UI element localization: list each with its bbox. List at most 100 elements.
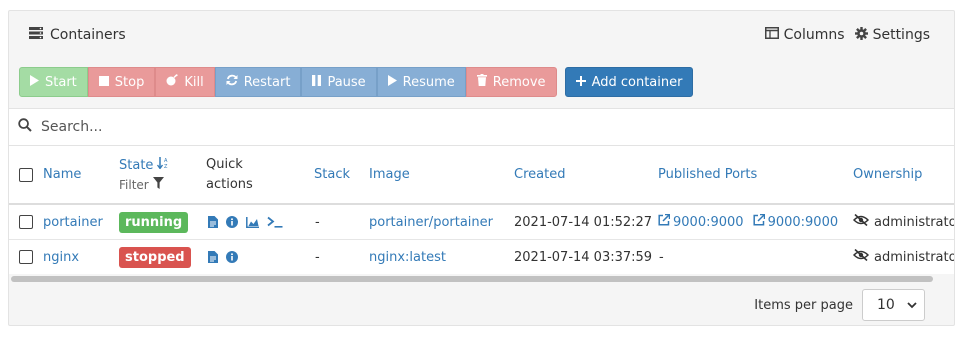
created-cell: 2021-07-14 03:37:59 bbox=[514, 249, 653, 265]
logs-icon[interactable] bbox=[208, 251, 218, 263]
column-image[interactable]: Image bbox=[369, 146, 410, 203]
column-ownership-label: Ownership bbox=[853, 167, 923, 182]
remove-button[interactable]: Remove bbox=[465, 67, 557, 97]
stop-label: Stop bbox=[114, 74, 145, 90]
scrollbar-thumb[interactable] bbox=[11, 276, 933, 282]
column-image-label: Image bbox=[369, 167, 410, 182]
restart-button[interactable]: Restart bbox=[214, 67, 302, 97]
row-checkbox-cell bbox=[19, 205, 33, 239]
horizontal-scrollbar[interactable] bbox=[9, 275, 954, 283]
filter-icon bbox=[152, 177, 164, 192]
column-stack-label: Stack bbox=[314, 167, 350, 182]
created-cell: 2021-07-14 01:52:27 bbox=[514, 214, 653, 230]
items-per-page-select[interactable]: 10 bbox=[862, 289, 925, 321]
stats-icon[interactable] bbox=[246, 216, 259, 228]
eye-slash-icon bbox=[852, 248, 870, 265]
start-label: Start bbox=[45, 74, 77, 90]
column-created[interactable]: Created bbox=[514, 146, 565, 203]
containers-table: Name State AZ Filter Quick actions Stack… bbox=[9, 146, 954, 274]
pause-label: Pause bbox=[327, 74, 366, 90]
quick-actions-label-2: actions bbox=[206, 176, 253, 192]
search-bar bbox=[9, 108, 954, 146]
state-filter[interactable]: Filter bbox=[119, 177, 164, 192]
panel-title: Containers bbox=[29, 27, 126, 43]
ports-cell: 9000:9000 9000:9000 bbox=[658, 205, 838, 239]
row-checkbox[interactable] bbox=[19, 215, 33, 229]
column-name[interactable]: Name bbox=[43, 146, 81, 203]
containers-panel: Containers Columns Settings Start Stop K… bbox=[8, 10, 955, 326]
state-sort[interactable]: State AZ bbox=[119, 157, 169, 173]
table-row: portainer running - portainer/portainer … bbox=[9, 205, 954, 240]
pause-icon bbox=[312, 74, 322, 90]
play-icon bbox=[30, 74, 39, 90]
settings-button[interactable]: Settings bbox=[854, 26, 930, 44]
start-button[interactable]: Start bbox=[19, 67, 88, 97]
published-port-link[interactable]: 9000:9000 bbox=[753, 213, 838, 230]
table-header: Name State AZ Filter Quick actions Stack… bbox=[9, 146, 954, 205]
column-quick-actions: Quick actions bbox=[206, 146, 253, 203]
header-actions: Columns Settings bbox=[764, 26, 930, 44]
external-link-icon bbox=[658, 213, 671, 230]
container-name-link[interactable]: portainer bbox=[43, 215, 103, 230]
column-ownership[interactable]: Ownership bbox=[853, 146, 922, 203]
remove-label: Remove bbox=[492, 74, 546, 90]
kill-button[interactable]: Kill bbox=[155, 67, 215, 97]
column-state-label: State bbox=[119, 157, 154, 173]
page-title: Containers bbox=[50, 27, 126, 43]
columns-label: Columns bbox=[783, 27, 845, 43]
resume-button[interactable]: Resume bbox=[376, 67, 466, 97]
logs-icon[interactable] bbox=[208, 216, 218, 228]
ownership-cell: administrato bbox=[852, 205, 954, 239]
items-per-page-value: 10 bbox=[877, 297, 895, 313]
trash-icon bbox=[476, 74, 487, 90]
external-link-icon bbox=[753, 213, 765, 230]
panel-header: Containers Columns Settings bbox=[9, 11, 954, 59]
kill-label: Kill bbox=[184, 74, 204, 90]
column-created-label: Created bbox=[514, 167, 566, 182]
columns-button[interactable]: Columns bbox=[764, 27, 845, 43]
quick-actions-label-1: Quick bbox=[206, 156, 243, 172]
row-checkbox[interactable] bbox=[19, 250, 33, 264]
quick-actions bbox=[208, 251, 238, 263]
column-ports-label: Published Ports bbox=[658, 167, 758, 182]
search-input[interactable] bbox=[41, 119, 901, 135]
add-container-label: Add container bbox=[591, 74, 683, 90]
published-port-link[interactable]: 9000:9000 bbox=[658, 213, 744, 230]
ownership-label: administrato bbox=[874, 214, 954, 230]
refresh-icon bbox=[226, 74, 238, 90]
ownership-cell: administrato bbox=[852, 240, 954, 274]
plus-icon bbox=[575, 75, 586, 90]
table-footer: Items per page 10 bbox=[9, 283, 954, 325]
select-all-checkbox-cell bbox=[19, 146, 33, 203]
column-stack[interactable]: Stack bbox=[314, 146, 350, 203]
gear-icon bbox=[854, 26, 868, 44]
stop-button[interactable]: Stop bbox=[87, 67, 156, 97]
select-all-checkbox[interactable] bbox=[19, 167, 33, 182]
server-icon bbox=[29, 27, 43, 43]
image-link[interactable]: portainer/portainer bbox=[369, 215, 493, 230]
ports-cell: - bbox=[659, 249, 664, 265]
info-icon[interactable] bbox=[226, 216, 238, 228]
column-published-ports[interactable]: Published Ports bbox=[658, 146, 757, 203]
eye-slash-icon bbox=[852, 213, 870, 230]
sort-icon: AZ bbox=[157, 157, 169, 173]
stack-cell: - bbox=[315, 214, 320, 230]
column-name-label: Name bbox=[43, 167, 82, 182]
quick-actions bbox=[208, 216, 283, 228]
settings-label: Settings bbox=[872, 27, 930, 43]
add-container-button[interactable]: Add container bbox=[564, 67, 694, 97]
row-checkbox-cell bbox=[19, 240, 33, 274]
column-state: State AZ Filter bbox=[119, 146, 169, 203]
state-filter-label: Filter bbox=[119, 177, 149, 192]
pause-button[interactable]: Pause bbox=[301, 67, 377, 97]
action-toolbar: Start Stop Kill Restart Pause Resume Rem… bbox=[19, 67, 694, 97]
container-name-link[interactable]: nginx bbox=[43, 250, 79, 265]
console-icon[interactable] bbox=[267, 216, 283, 228]
restart-label: Restart bbox=[243, 74, 291, 90]
stack-cell: - bbox=[315, 249, 320, 265]
port-label: 9000:9000 bbox=[673, 214, 744, 230]
ownership-label: administrato bbox=[874, 249, 954, 265]
info-icon[interactable] bbox=[226, 251, 238, 263]
image-link[interactable]: nginx:latest bbox=[369, 250, 446, 265]
stop-icon bbox=[98, 75, 109, 90]
